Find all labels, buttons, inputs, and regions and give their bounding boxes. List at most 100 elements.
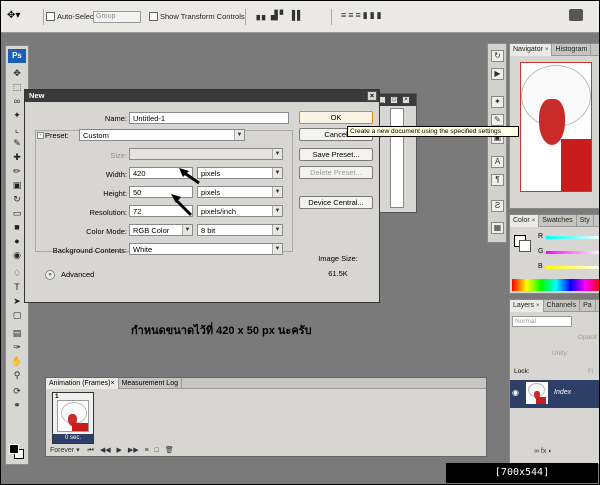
pen-tool-icon[interactable]: ♢ xyxy=(10,268,24,279)
ok-button[interactable]: OK xyxy=(299,111,373,124)
background-contents-dropdown[interactable]: White ▼ xyxy=(129,243,283,255)
actions-panel-icon[interactable]: ▶ xyxy=(491,68,504,80)
animation-frame[interactable]: 1 0 sec. xyxy=(52,392,94,444)
move-tool-preset-icon[interactable]: ✥▾ xyxy=(7,10,37,24)
device-central-button[interactable]: Device Central... xyxy=(299,196,373,209)
hand-tool-icon[interactable]: ✋ xyxy=(10,356,24,367)
shape-tool-icon[interactable]: ▢ xyxy=(10,310,24,321)
3d-rotate-tool-icon[interactable]: ⟳ xyxy=(10,386,24,397)
gradient-tool-icon[interactable]: ■ xyxy=(10,222,24,233)
lasso-tool-icon[interactable]: ∞ xyxy=(10,96,24,107)
notes-tool-icon[interactable]: ▤ xyxy=(10,328,24,339)
tab-measurement-log[interactable]: Measurement Log xyxy=(119,378,182,389)
size-dropdown[interactable]: ▼ xyxy=(129,148,283,160)
photoshop-logo: Ps xyxy=(8,49,26,63)
workspace-icon[interactable] xyxy=(569,9,583,21)
dialog-titlebar[interactable]: New × xyxy=(25,90,379,102)
tab-histogram[interactable]: Histogram xyxy=(552,44,592,56)
brushes-panel-icon[interactable]: ✎ xyxy=(491,114,504,126)
layers-panel: Layers × Channels Pa Normal Opacit Unify: L… xyxy=(509,299,599,465)
show-transform-checkbox[interactable] xyxy=(149,12,158,21)
tab-paths[interactable]: Pa xyxy=(580,300,596,312)
blend-mode-dropdown[interactable]: Normal xyxy=(512,316,572,327)
close-icon[interactable]: × xyxy=(532,218,536,224)
close-icon[interactable]: × xyxy=(110,380,114,387)
duplicate-frame-icon[interactable]: □ xyxy=(155,447,159,454)
blur-tool-icon[interactable]: ● xyxy=(10,236,24,247)
save-preset-button[interactable]: Save Preset... xyxy=(299,148,373,161)
close-icon[interactable]: × xyxy=(402,96,410,104)
advanced-label[interactable]: Advanced xyxy=(61,270,94,279)
close-icon[interactable]: × xyxy=(536,303,540,309)
close-icon[interactable]: × xyxy=(367,91,377,101)
eraser-tool-icon[interactable]: ▭ xyxy=(10,208,24,219)
masks-panel-icon[interactable]: ▦ xyxy=(491,222,504,234)
b-channel-slider[interactable] xyxy=(546,266,599,269)
eyedropper-tool-icon[interactable]: ✑ xyxy=(10,342,24,353)
zoom-tool-icon[interactable]: ⚲ xyxy=(10,370,24,381)
arrow-to-height xyxy=(173,197,193,217)
tab-channels[interactable]: Channels xyxy=(544,300,581,312)
move-tool-icon[interactable]: ✥ xyxy=(10,68,24,79)
animation-tabs: Animation (Frames)× Measurement Log xyxy=(46,378,486,389)
path-selection-tool-icon[interactable]: ➤ xyxy=(10,296,24,307)
foreground-color-swatch[interactable] xyxy=(9,444,19,454)
color-bg-swatch[interactable] xyxy=(519,240,531,252)
paragraph-panel-icon[interactable]: ¶ xyxy=(491,174,504,186)
tab-navigator[interactable]: Navigator × xyxy=(510,44,553,56)
r-channel-slider[interactable] xyxy=(546,236,599,239)
tab-styles[interactable]: Sty xyxy=(577,215,594,227)
brush-tool-icon[interactable]: ✏ xyxy=(10,166,24,177)
tab-color[interactable]: Color × xyxy=(510,215,540,227)
advanced-expand-icon[interactable]: » xyxy=(45,270,55,280)
slice-tool-icon[interactable]: ✎ xyxy=(10,138,24,149)
maximize-icon[interactable]: □ xyxy=(390,96,398,104)
color-tabs: Color × Swatches Sty xyxy=(510,215,599,227)
close-icon[interactable]: × xyxy=(545,47,549,53)
navigator-tabs: Navigator × Histogram xyxy=(510,44,599,56)
bit-depth-dropdown[interactable]: 8 bit ▼ xyxy=(197,224,283,236)
preset-group-toggle[interactable]: - xyxy=(37,132,44,139)
tool-presets-panel-icon[interactable]: ✦ xyxy=(491,96,504,108)
chevron-down-icon: ▼ xyxy=(272,225,282,235)
color-spectrum-bar[interactable] xyxy=(512,279,599,291)
image-size-value: 61.5K xyxy=(328,269,348,278)
preset-dropdown[interactable]: Custom ▼ xyxy=(79,129,245,141)
auto-select-dropdown[interactable]: Group xyxy=(93,11,141,23)
history-brush-tool-icon[interactable]: ↻ xyxy=(10,194,24,205)
play-icon[interactable]: ▶ xyxy=(117,447,122,454)
name-input[interactable]: Untitled-1 xyxy=(129,112,289,124)
marquee-tool-icon[interactable]: ⬚ xyxy=(10,82,24,93)
clone-stamp-tool-icon[interactable]: ▣ xyxy=(10,180,24,191)
frame-delay[interactable]: 0 sec. xyxy=(53,434,93,443)
first-frame-icon[interactable]: ⏮ xyxy=(88,447,94,454)
visibility-eye-icon[interactable]: ◉ xyxy=(512,388,519,397)
layer-footer-icons[interactable]: ∞ fx ◐ xyxy=(534,448,553,455)
previous-frame-icon[interactable]: ◀◀ xyxy=(100,447,111,454)
magic-wand-tool-icon[interactable]: ✦ xyxy=(10,110,24,121)
loop-dropdown[interactable]: Forever xyxy=(50,447,74,454)
resolution-label: Resolution: xyxy=(89,208,127,217)
3d-orbit-tool-icon[interactable]: ⚭ xyxy=(10,400,24,411)
next-frame-icon[interactable]: ▶▶ xyxy=(128,447,139,454)
dodge-tool-icon[interactable]: ◉ xyxy=(10,250,24,261)
tab-swatches[interactable]: Swatches xyxy=(539,215,577,227)
color-mode-dropdown[interactable]: RGB Color ▼ xyxy=(129,224,193,236)
tab-animation-frames[interactable]: Animation (Frames)× xyxy=(46,378,119,389)
layer-row[interactable]: ◉ Index xyxy=(510,380,599,408)
tab-layers[interactable]: Layers × xyxy=(510,300,544,312)
auto-select-checkbox[interactable] xyxy=(46,12,55,21)
align-icons[interactable]: ▗▖▟▘▐▌ xyxy=(253,10,305,21)
styles-panel-icon[interactable]: Ƨ xyxy=(491,200,504,212)
healing-brush-tool-icon[interactable]: ✚ xyxy=(10,152,24,163)
distribute-icons[interactable]: ≡≡≡▮▮▮ xyxy=(341,10,384,21)
crop-tool-icon[interactable]: ⌞ xyxy=(10,124,24,135)
delete-preset-button[interactable]: Delete Preset... xyxy=(299,166,373,179)
navigator-preview-image[interactable] xyxy=(520,62,592,192)
history-panel-icon[interactable]: ↻ xyxy=(491,50,504,62)
character-panel-icon[interactable]: A xyxy=(491,156,504,168)
g-channel-slider[interactable] xyxy=(546,251,599,254)
type-tool-icon[interactable]: T xyxy=(10,282,24,293)
tween-icon[interactable]: ≡ xyxy=(145,447,149,454)
delete-frame-icon[interactable]: 🗑 xyxy=(165,447,174,454)
